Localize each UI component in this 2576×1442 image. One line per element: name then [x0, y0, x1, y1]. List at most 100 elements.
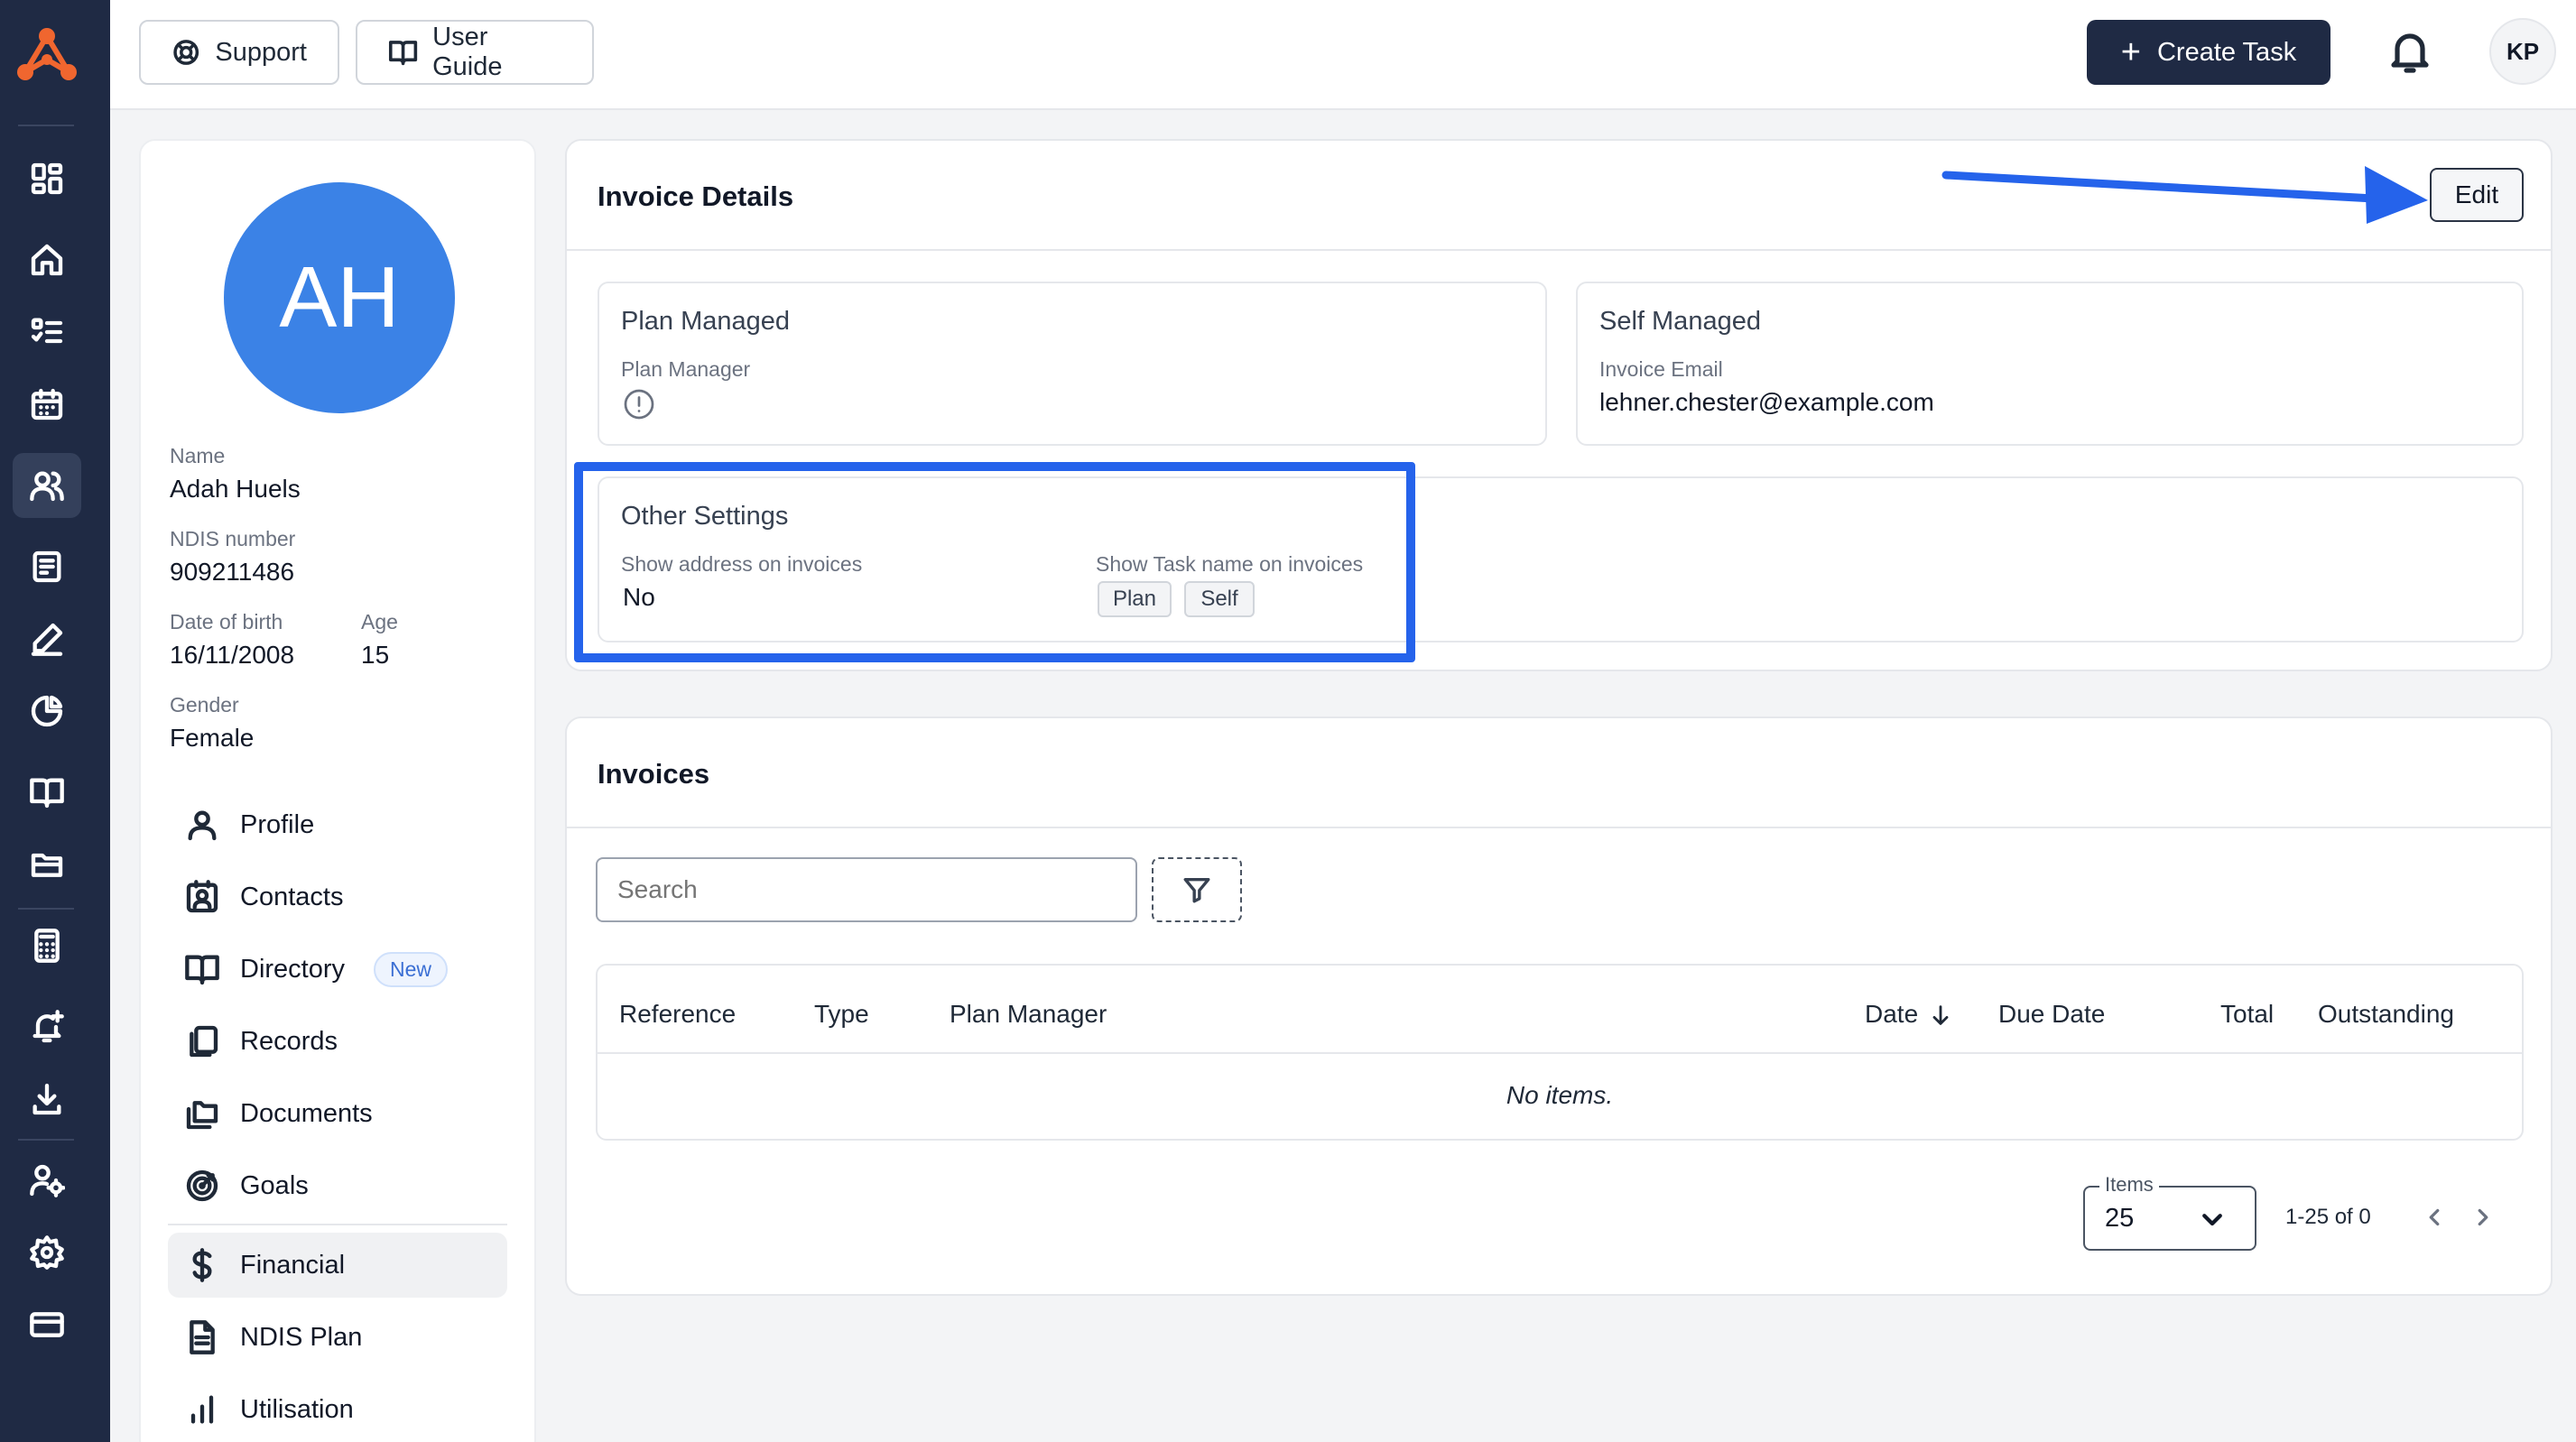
- annotation-highlight-box: [574, 462, 1415, 662]
- ndis-label: NDIS number: [170, 527, 296, 550]
- calculator-icon[interactable]: [13, 913, 81, 978]
- invoice-email-label: Invoice Email: [1599, 357, 1723, 381]
- folders-icon: [186, 1101, 218, 1130]
- filter-button[interactable]: [1152, 857, 1242, 922]
- nav-label: Financial: [240, 1250, 346, 1280]
- dashboard-icon[interactable]: [13, 146, 81, 211]
- user-icon: [188, 810, 217, 841]
- download-icon[interactable]: [13, 1067, 81, 1132]
- gender-value: Female: [170, 724, 255, 752]
- nav-directory[interactable]: Directory New: [168, 937, 507, 1002]
- nav-label: Directory: [240, 954, 346, 984]
- items-value: 25: [2105, 1204, 2135, 1233]
- book-open-icon: [388, 41, 418, 66]
- sort-arrow-down-icon[interactable]: [1928, 1002, 1953, 1029]
- book-icon[interactable]: [13, 760, 81, 825]
- name-label: Name: [170, 444, 226, 467]
- nav-label: Profile: [240, 809, 315, 839]
- filter-icon: [1183, 877, 1210, 903]
- user-avatar[interactable]: KP: [2489, 18, 2556, 85]
- age-label: Age: [361, 610, 398, 633]
- nav-financial[interactable]: Financial: [168, 1233, 507, 1298]
- client-name: Adah Huels: [170, 475, 301, 503]
- notifications-button[interactable]: [2388, 29, 2432, 76]
- next-page-icon[interactable]: [2469, 1204, 2497, 1231]
- app-logo[interactable]: [13, 25, 81, 85]
- new-badge: New: [374, 951, 449, 987]
- user-guide-button[interactable]: User Guide: [356, 20, 594, 85]
- support-label: Support: [215, 37, 307, 67]
- column-due-date[interactable]: Due Date: [1998, 1000, 2105, 1029]
- support-button[interactable]: Support: [139, 20, 339, 85]
- column-type[interactable]: Type: [814, 1000, 869, 1029]
- chevron-down-icon: [2202, 1214, 2222, 1226]
- bell-icon: [2391, 33, 2429, 73]
- home-icon[interactable]: [13, 227, 81, 292]
- invoice-details-title: Invoice Details: [598, 180, 794, 212]
- items-label: Items: [2099, 1173, 2159, 1197]
- edit-button[interactable]: Edit: [2430, 168, 2524, 222]
- folder-icon[interactable]: [13, 832, 81, 897]
- copy-icon: [190, 1025, 218, 1058]
- lifebuoy-icon: [173, 40, 199, 65]
- user-settings-icon[interactable]: [13, 1148, 81, 1213]
- nav-label: Goals: [240, 1170, 309, 1200]
- self-managed-title: Self Managed: [1599, 307, 1761, 336]
- date-of-birth: 16/11/2008: [170, 641, 295, 669]
- client-profile-panel: AH Name Adah Huels NDIS number 909211486…: [139, 139, 536, 1442]
- nav-label: NDIS Plan: [240, 1322, 363, 1352]
- plus-icon: +: [2120, 33, 2141, 71]
- column-total[interactable]: Total: [2220, 1000, 2274, 1029]
- nav-utilisation[interactable]: Utilisation: [168, 1377, 507, 1442]
- self-managed-panel: Self Managed Invoice Email lehner.cheste…: [1576, 282, 2524, 446]
- nav-documents[interactable]: Documents: [168, 1081, 507, 1146]
- calendar-icon[interactable]: [13, 372, 81, 437]
- annotation-arrow: [1941, 166, 2428, 224]
- nav-label: Documents: [240, 1098, 373, 1128]
- pagination-range: 1-25 of 0: [2285, 1205, 2371, 1229]
- create-task-label: Create Task: [2156, 37, 2297, 67]
- invoices-table: Reference Type Plan Manager Date Due Dat…: [596, 964, 2524, 1141]
- nav-contacts[interactable]: Contacts: [168, 864, 507, 929]
- contact-card-icon: [186, 880, 218, 913]
- user-guide-label: User Guide: [432, 23, 503, 81]
- nav-profile[interactable]: Profile: [168, 792, 507, 857]
- info-circle-icon: [624, 389, 654, 420]
- invoice-email-value: lehner.chester@example.com: [1599, 388, 1934, 416]
- nav-label: Records: [240, 1026, 338, 1056]
- invoices-title: Invoices: [598, 758, 710, 790]
- app-sidebar: [0, 0, 110, 1442]
- checklist-icon[interactable]: [13, 300, 81, 365]
- column-plan-manager[interactable]: Plan Manager: [950, 1000, 1107, 1029]
- column-reference[interactable]: Reference: [619, 1000, 736, 1029]
- plan-managed-panel: Plan Managed Plan Manager: [598, 282, 1547, 446]
- users-icon[interactable]: [13, 453, 81, 518]
- form-icon[interactable]: [13, 534, 81, 599]
- column-date[interactable]: Date: [1865, 1000, 1918, 1029]
- dob-label: Date of birth: [170, 610, 283, 633]
- target-icon: [186, 1169, 218, 1202]
- previous-page-icon[interactable]: [2421, 1204, 2448, 1231]
- nav-goals[interactable]: Goals: [168, 1153, 507, 1218]
- nav-records[interactable]: Records: [168, 1009, 507, 1074]
- bar-chart-icon: [190, 1395, 214, 1424]
- search-input[interactable]: [596, 857, 1137, 922]
- gear-icon[interactable]: [13, 1220, 81, 1285]
- file-text-icon: [190, 1320, 215, 1354]
- empty-state: No items.: [1506, 1081, 1614, 1109]
- dollar-icon: [192, 1248, 212, 1282]
- gender-label: Gender: [170, 693, 239, 716]
- book-icon: [185, 955, 219, 985]
- nav-ndis-plan[interactable]: NDIS Plan: [168, 1305, 507, 1370]
- nav-label: Contacts: [240, 882, 344, 911]
- alert-bell-icon[interactable]: [13, 994, 81, 1059]
- plan-manager-label: Plan Manager: [621, 357, 751, 381]
- client-avatar: AH: [224, 182, 455, 413]
- ndis-number: 909211486: [170, 558, 295, 586]
- credit-card-icon[interactable]: [13, 1292, 81, 1357]
- column-outstanding[interactable]: Outstanding: [2318, 1000, 2454, 1029]
- nav-label: Utilisation: [240, 1394, 354, 1424]
- chart-pie-icon[interactable]: [13, 679, 81, 744]
- create-task-button[interactable]: + Create Task: [2087, 20, 2330, 85]
- signature-icon[interactable]: [13, 606, 81, 671]
